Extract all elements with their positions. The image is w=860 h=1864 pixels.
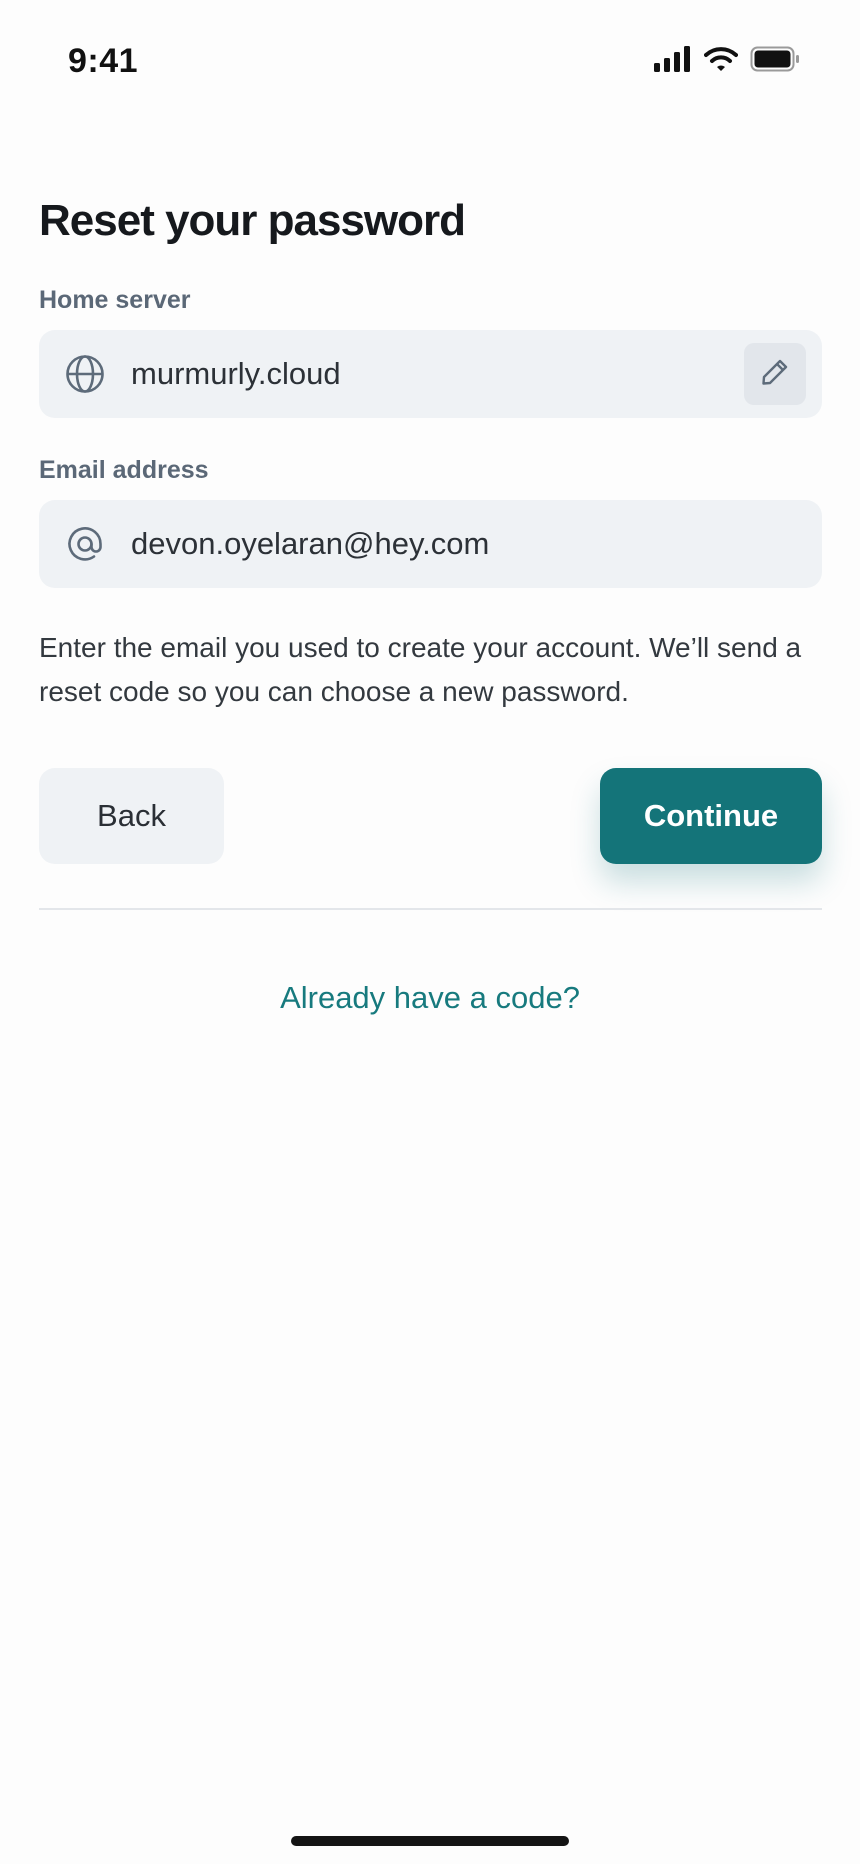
back-button[interactable]: Back (39, 768, 224, 864)
help-text: Enter the email you used to create your … (39, 632, 802, 707)
continue-button[interactable]: Continue (600, 768, 822, 864)
home-server-field[interactable]: murmurly.cloud (39, 330, 822, 418)
page-title: Reset your password (39, 196, 466, 245)
pencil-icon (760, 357, 790, 392)
email-label: Email address (39, 456, 209, 484)
divider (39, 908, 822, 910)
globe-icon (65, 354, 105, 394)
at-icon (65, 524, 105, 564)
email-field[interactable]: devon.oyelaran@hey.com (39, 500, 822, 588)
battery-icon (750, 46, 800, 77)
signal-icon (654, 46, 692, 77)
already-have-code-link[interactable]: Already have a code? (0, 980, 860, 1016)
status-icons (654, 46, 800, 77)
email-value: devon.oyelaran@hey.com (131, 526, 490, 561)
status-bar: 9:41 (0, 0, 860, 130)
wifi-icon (704, 46, 738, 77)
status-time: 9:41 (68, 42, 139, 80)
home-server-label: Home server (39, 286, 191, 314)
home-indicator[interactable] (291, 1836, 569, 1846)
edit-server-button[interactable] (744, 343, 806, 405)
home-server-value: murmurly.cloud (131, 356, 341, 391)
